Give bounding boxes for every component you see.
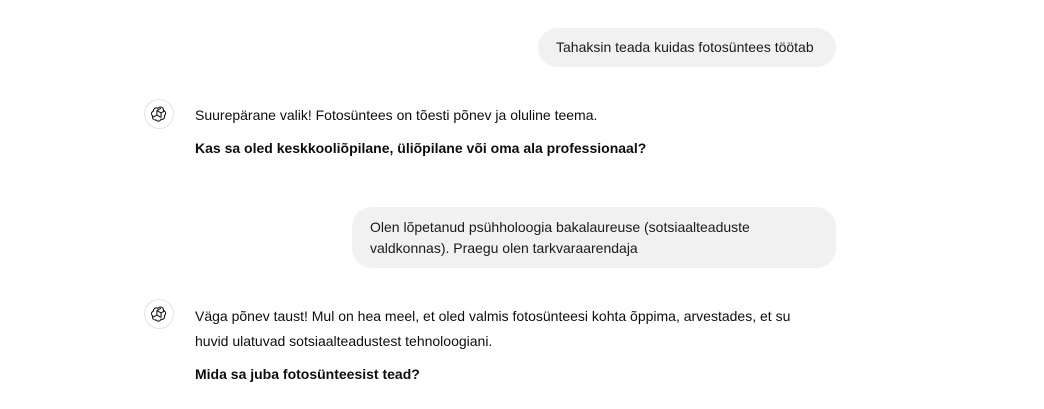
assistant-message-paragraph: Väga põnev taust! Mul on hea meel, et ol… xyxy=(195,308,791,349)
assistant-avatar xyxy=(144,299,174,329)
user-message: Olen lõpetanud psühholoogia bakalaureuse… xyxy=(352,207,836,268)
user-message: Tahaksin teada kuidas fotosüntees töötab xyxy=(538,28,836,67)
user-message-text: Olen lõpetanud psühholoogia bakalaureuse… xyxy=(370,219,750,256)
assistant-message-question: Mida sa juba fotosünteesist tead? xyxy=(195,366,420,382)
openai-logo-icon xyxy=(150,105,168,123)
openai-logo-icon xyxy=(150,305,168,323)
assistant-message-paragraph: Suurepärane valik! Fotosüntees on tõesti… xyxy=(195,107,598,123)
user-message-text: Tahaksin teada kuidas fotosüntees töötab xyxy=(556,39,814,55)
assistant-message-question: Kas sa oled keskkooliõpilane, üliõpilane… xyxy=(195,140,647,156)
assistant-avatar xyxy=(144,99,174,129)
